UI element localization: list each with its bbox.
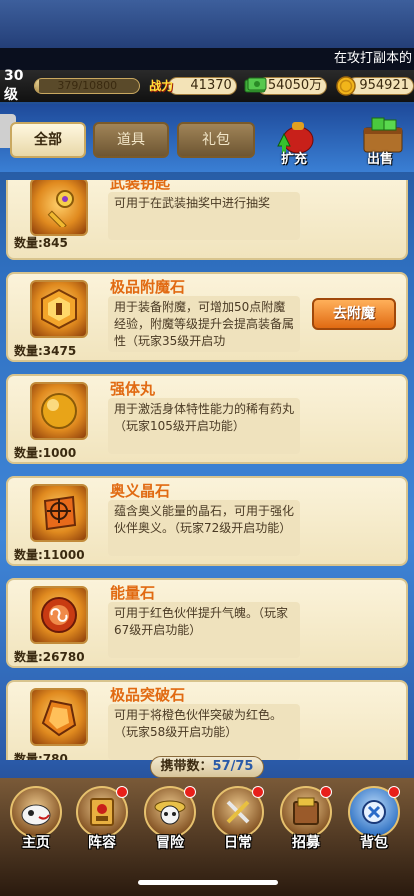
notification-dot — [252, 786, 264, 798]
item-name: 极品附魔石 — [110, 278, 186, 296]
nav-label: 主页 — [22, 835, 50, 851]
power-value: 41370 — [190, 78, 232, 93]
list-item[interactable]: 武装钥匙 可用于在武装抽奖中进行抽奖 数量:845 — [6, 180, 408, 260]
exp-bar: 379/10800 — [34, 78, 141, 94]
item-qty: 数量:1000 — [14, 446, 77, 460]
carry-count: 携带数：57/75 — [150, 756, 264, 778]
sell-chest-icon — [358, 116, 403, 153]
nav-label: 招募 — [292, 835, 320, 851]
notification-dot — [320, 786, 332, 798]
nav-label: 背包 — [360, 835, 388, 851]
gold-value: 954921 — [359, 78, 409, 93]
stats-bar: 30级 379/10800 战力 41370 54050万 954921 — [0, 68, 414, 103]
home-indicator[interactable] — [138, 880, 278, 885]
cash-icon — [242, 72, 270, 100]
nav-daily[interactable]: 日常 — [206, 786, 270, 856]
carry-label: 携带数： — [160, 759, 213, 774]
item-qty: 数量:845 — [14, 236, 68, 250]
item-list[interactable]: 武装钥匙 可用于在武装抽奖中进行抽奖 数量:845 极品附魔石 用于装备附魔，可… — [0, 180, 414, 760]
tab-items[interactable]: 道具 — [93, 122, 169, 158]
pill-icon — [30, 382, 88, 440]
item-name: 奥义晶石 — [110, 482, 171, 500]
item-desc: 可用于将橙色伙伴突破为红色。（玩家58级开启功能） — [108, 704, 300, 760]
list-item[interactable]: 能量石 可用于红色伙伴提升气魄。（玩家67级开启功能） 数量:26780 — [6, 578, 408, 668]
notification-dot — [184, 786, 196, 798]
exp-text: 379/10800 — [57, 79, 118, 92]
expand-button[interactable]: 扩充 — [264, 116, 324, 167]
item-desc: 可用于红色伙伴提升气魄。（玩家67级开启功能） — [108, 602, 300, 658]
item-name: 极品突破石 — [110, 686, 186, 704]
list-item[interactable]: 强体丸 用于激活身体特性能力的稀有药丸（玩家105级开启功能） 数量:1000 — [6, 374, 408, 464]
player-level: 30级 — [4, 68, 24, 103]
item-qty: 数量:3475 — [14, 344, 77, 358]
key-icon — [30, 180, 88, 236]
item-desc: 用于激活身体特性能力的稀有药丸（玩家105级开启功能） — [108, 398, 300, 454]
item-desc: 用于装备附魔，可增加50点附魔经验，附魔等级提升会提高装备属性（玩家35级开启功 — [108, 296, 300, 352]
ticker-text: 在攻打副本的 — [333, 51, 412, 66]
nav-label: 冒险 — [156, 835, 184, 851]
nav-recruit[interactable]: 招募 — [274, 786, 338, 856]
nav-home[interactable]: 主页 — [4, 786, 68, 856]
gold-display: 954921 — [336, 76, 414, 96]
nav-adventure[interactable]: 冒险 — [138, 786, 202, 856]
nav-label: 阵容 — [88, 835, 116, 851]
item-qty: 数量:780 — [14, 752, 68, 760]
item-qty: 数量:26780 — [14, 650, 85, 664]
power-display: 战力 41370 — [149, 77, 237, 95]
expand-bag-icon — [272, 116, 316, 154]
cash-value: 54050万 — [267, 78, 323, 93]
item-desc: 可用于在武装抽奖中进行抽奖 — [108, 192, 300, 240]
tab-all[interactable]: 全部 — [10, 122, 86, 158]
list-item[interactable]: 极品突破石 可用于将橙色伙伴突破为红色。（玩家58级开启功能） 数量:780 — [6, 680, 408, 760]
cash-display: 54050万 — [244, 77, 328, 95]
item-desc: 蕴含奥义能量的晶石，可用于强化伙伴奥义。（玩家72级开启功能） — [108, 500, 300, 556]
enchant-button[interactable]: 去附魔 — [312, 298, 396, 330]
home-icon — [10, 786, 62, 838]
notification-dot — [388, 786, 400, 798]
news-ticker: 在攻打副本的 — [0, 48, 414, 70]
gold-coin-icon — [332, 72, 360, 100]
nav-label: 日常 — [224, 835, 252, 851]
item-name: 能量石 — [110, 584, 156, 602]
energy-stone-icon — [30, 586, 88, 644]
top-banner — [0, 0, 414, 48]
nav-bag[interactable]: 背包 — [342, 786, 406, 856]
nav-lineup[interactable]: 阵容 — [70, 786, 134, 856]
breakthrough-stone-icon — [30, 688, 88, 746]
item-qty: 数量:11000 — [14, 548, 85, 562]
carry-value: 57/75 — [212, 759, 254, 774]
crystal-icon — [30, 484, 88, 542]
sell-button[interactable]: 出售 — [350, 116, 410, 167]
power-label: 战力 — [149, 79, 174, 93]
notification-dot — [116, 786, 128, 798]
list-item[interactable]: 极品附魔石 用于装备附魔，可增加50点附魔经验，附魔等级提升会提高装备属性（玩家… — [6, 272, 408, 362]
enchant-stone-icon — [30, 280, 88, 338]
item-name: 强体丸 — [110, 380, 156, 398]
tab-gift-packs[interactable]: 礼包 — [177, 122, 255, 158]
list-item[interactable]: 奥义晶石 蕴含奥义能量的晶石，可用于强化伙伴奥义。（玩家72级开启功能） 数量:… — [6, 476, 408, 566]
